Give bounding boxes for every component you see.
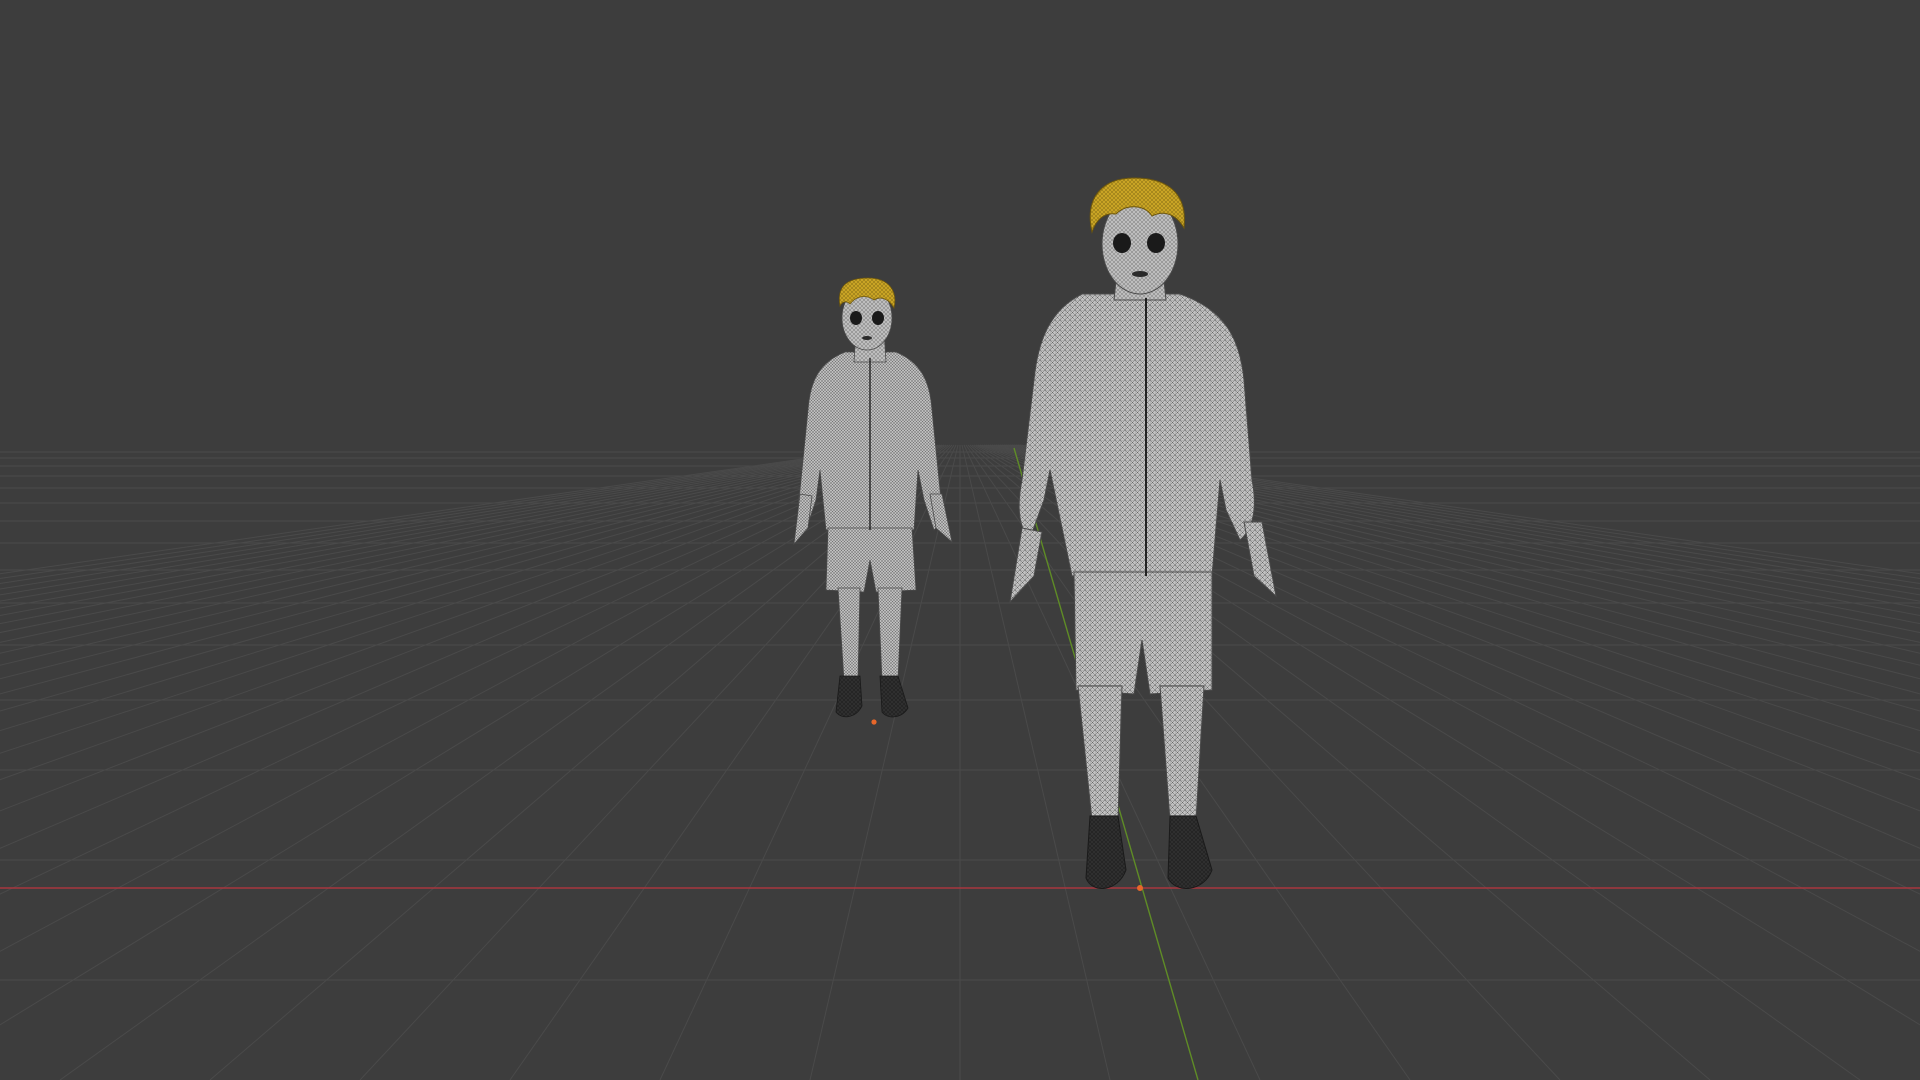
far-eye-left [850, 311, 862, 325]
character-near[interactable] [1009, 177, 1277, 891]
grid-line-depth [0, 444, 913, 609]
far-shorts [825, 527, 917, 593]
near-origin-marker[interactable] [1137, 885, 1143, 891]
near-shorts [1073, 571, 1213, 695]
grid-line-depth [0, 444, 921, 643]
near-legs [1077, 685, 1205, 821]
grid-line-depth [0, 444, 943, 895]
character-far[interactable] [793, 277, 953, 725]
floor-grid [0, 444, 1920, 1080]
far-mouth [862, 336, 872, 340]
grid-line-depth [0, 444, 929, 695]
3d-viewport[interactable] [0, 0, 1920, 1080]
far-eye-right [872, 311, 884, 325]
grid-line-depth [59, 444, 949, 1080]
grid-line-depth [0, 444, 933, 732]
near-mouth [1132, 271, 1148, 277]
grid-line-depth [0, 444, 925, 666]
grid-line-depth [0, 444, 941, 849]
near-jacket [1018, 293, 1255, 577]
grid-line-depth [0, 444, 919, 634]
grid-line-depth [0, 444, 923, 654]
near-eye-left [1113, 233, 1131, 253]
grid-line-depth [0, 444, 947, 1026]
grid-line-depth [0, 444, 911, 602]
grid-line-depth [0, 444, 927, 680]
near-eye-right [1147, 233, 1165, 253]
grid-line-depth [0, 444, 917, 625]
grid-line-depth [0, 444, 945, 952]
viewport-canvas[interactable] [0, 0, 1920, 1080]
near-shoes [1085, 815, 1213, 889]
grid-line-depth [0, 444, 935, 754]
far-legs [837, 587, 903, 681]
far-origin-marker[interactable] [871, 719, 877, 725]
far-shoes [835, 675, 909, 718]
grid-line-depth [0, 444, 915, 617]
